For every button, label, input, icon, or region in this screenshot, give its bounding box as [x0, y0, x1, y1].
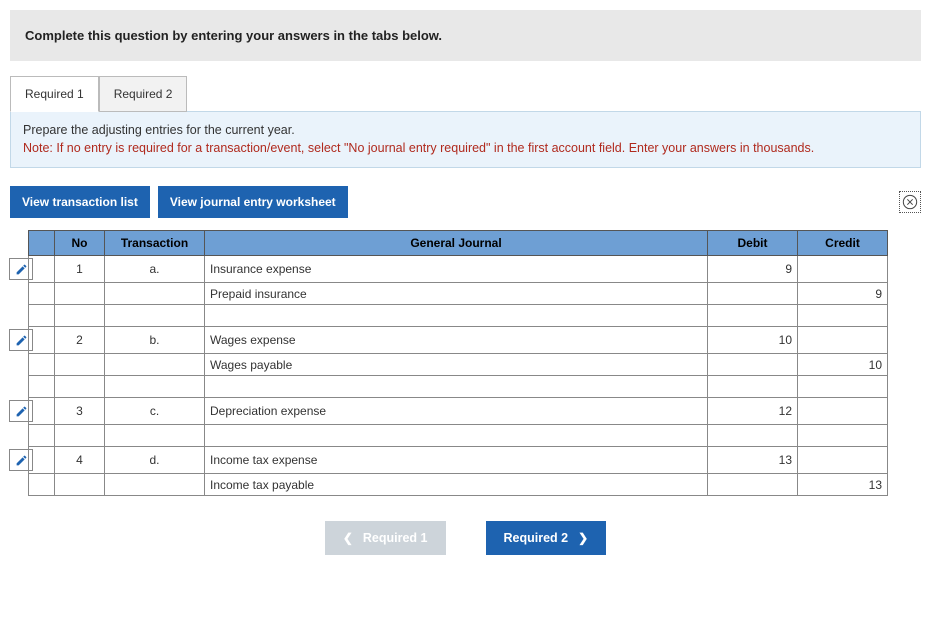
cell-debit[interactable]: 10 [708, 327, 798, 354]
prompt-box: Prepare the adjusting entries for the cu… [10, 111, 921, 168]
view-journal-worksheet-button[interactable]: View journal entry worksheet [158, 186, 348, 218]
cell-no: 2 [55, 327, 105, 354]
table-row: 4 d. Income tax expense 13 [29, 447, 888, 474]
cell-no: 3 [55, 398, 105, 425]
table-row: Prepaid insurance 9 [29, 283, 888, 305]
next-button[interactable]: Required 2 ❯ [486, 521, 607, 555]
tab-required-1[interactable]: Required 1 [10, 76, 99, 112]
prev-button[interactable]: ❮ Required 1 [325, 521, 446, 555]
nav-row: ❮ Required 1 Required 2 ❯ [10, 521, 921, 555]
action-row: View transaction list View journal entry… [10, 186, 921, 218]
table-row [29, 425, 888, 447]
header-transaction: Transaction [105, 231, 205, 256]
table-row [29, 376, 888, 398]
cell-credit[interactable] [798, 256, 888, 283]
cell-debit[interactable]: 13 [708, 447, 798, 474]
cell-no: 1 [55, 256, 105, 283]
cell-credit[interactable]: 13 [798, 474, 888, 496]
cell-account[interactable]: Income tax expense [205, 447, 708, 474]
table-row: Wages payable 10 [29, 354, 888, 376]
table-row [29, 305, 888, 327]
cell-debit[interactable] [708, 474, 798, 496]
close-icon[interactable] [899, 191, 921, 213]
cell-transaction: b. [105, 327, 205, 354]
cell-transaction: d. [105, 447, 205, 474]
edit-icon[interactable] [9, 449, 33, 471]
edit-icon[interactable] [9, 400, 33, 422]
cell-credit[interactable] [798, 398, 888, 425]
cell-account[interactable]: Insurance expense [205, 256, 708, 283]
header-general-journal: General Journal [205, 231, 708, 256]
tab-required-2[interactable]: Required 2 [99, 76, 188, 112]
cell-debit[interactable]: 12 [708, 398, 798, 425]
cell-transaction: a. [105, 256, 205, 283]
prompt-note: Note: If no entry is required for a tran… [23, 141, 814, 155]
instruction-text: Complete this question by entering your … [10, 10, 921, 61]
table-row: 3 c. Depreciation expense 12 [29, 398, 888, 425]
table-row: 2 b. Wages expense 10 [29, 327, 888, 354]
header-debit: Debit [708, 231, 798, 256]
cell-account[interactable]: Wages expense [205, 327, 708, 354]
cell-account[interactable]: Wages payable [205, 354, 708, 376]
table-row: 1 a. Insurance expense 9 [29, 256, 888, 283]
cell-debit[interactable] [708, 354, 798, 376]
header-credit: Credit [798, 231, 888, 256]
chevron-left-icon: ❮ [343, 531, 353, 545]
edit-icon[interactable] [9, 329, 33, 351]
edit-icon[interactable] [9, 258, 33, 280]
next-label: Required 2 [504, 531, 569, 545]
cell-debit[interactable]: 9 [708, 256, 798, 283]
cell-debit[interactable] [708, 283, 798, 305]
cell-transaction: c. [105, 398, 205, 425]
chevron-right-icon: ❯ [578, 531, 588, 545]
view-transaction-list-button[interactable]: View transaction list [10, 186, 150, 218]
cell-account[interactable]: Prepaid insurance [205, 283, 708, 305]
cell-account[interactable]: Depreciation expense [205, 398, 708, 425]
table-row: Income tax payable 13 [29, 474, 888, 496]
cell-credit[interactable]: 9 [798, 283, 888, 305]
prompt-main: Prepare the adjusting entries for the cu… [23, 123, 295, 137]
cell-credit[interactable] [798, 327, 888, 354]
tab-bar: Required 1 Required 2 [10, 76, 921, 112]
prev-label: Required 1 [363, 531, 428, 545]
journal-table: No Transaction General Journal Debit Cre… [28, 230, 888, 496]
cell-no: 4 [55, 447, 105, 474]
header-no: No [55, 231, 105, 256]
cell-credit[interactable] [798, 447, 888, 474]
cell-credit[interactable]: 10 [798, 354, 888, 376]
cell-account[interactable]: Income tax payable [205, 474, 708, 496]
